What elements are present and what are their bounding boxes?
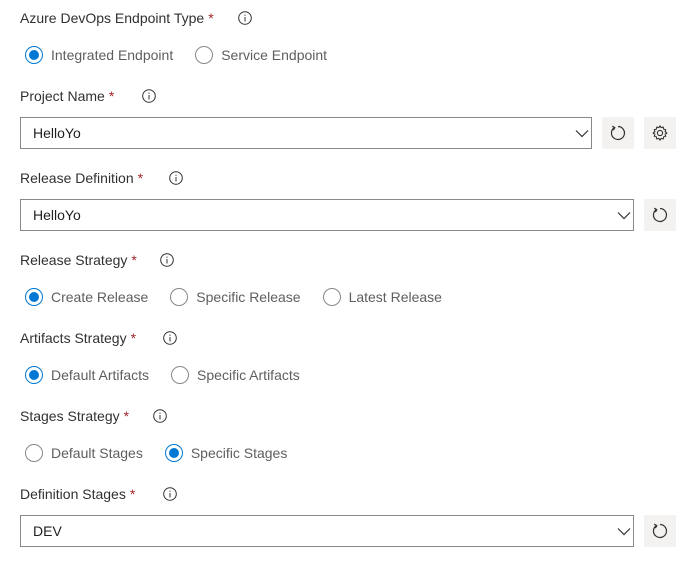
definition-stages-label: Definition Stages * [20, 485, 135, 503]
info-icon[interactable] [160, 253, 174, 267]
required-mark: * [131, 252, 137, 268]
release-strategy-radio-group: Create Release Specific Release Latest R… [25, 285, 464, 309]
radio-circle[interactable] [171, 366, 190, 384]
radio-label: Specific Artifacts [197, 367, 300, 383]
release-strategy-label-text: Release Strategy [20, 252, 128, 268]
gear-icon [652, 125, 668, 141]
radio-specific-artifacts[interactable]: Specific Artifacts [171, 366, 300, 384]
release-strategy-label: Release Strategy * [20, 251, 137, 269]
info-icon[interactable] [238, 11, 252, 25]
radio-label: Specific Release [196, 289, 301, 305]
required-mark: * [137, 170, 144, 186]
release-definition-dropdown[interactable]: HelloYo [20, 199, 634, 231]
radio-circle[interactable] [195, 46, 214, 64]
definition-stages-label-text: Definition Stages [20, 486, 126, 502]
project-name-label-text: Project Name [20, 88, 105, 104]
radio-circle-checked[interactable] [25, 366, 43, 384]
radio-create-release[interactable]: Create Release [25, 288, 148, 306]
required-mark: * [129, 486, 136, 502]
definition-stages-dropdown[interactable]: DEV [20, 515, 634, 547]
refresh-definition-stages-button[interactable] [644, 515, 676, 547]
radio-circle-checked[interactable] [25, 288, 43, 306]
radio-circle[interactable] [322, 288, 341, 306]
release-definition-label-text: Release Definition [20, 170, 134, 186]
refresh-icon [652, 207, 668, 223]
required-mark: * [130, 330, 137, 346]
chevron-down-icon[interactable] [617, 208, 631, 222]
stages-strategy-radio-group: Default Stages Specific Stages [25, 441, 309, 465]
project-name-value: HelloYo [33, 125, 81, 141]
info-icon[interactable] [163, 487, 177, 501]
required-mark: * [123, 408, 130, 424]
info-icon[interactable] [142, 89, 156, 103]
chevron-down-icon[interactable] [575, 126, 589, 140]
release-definition-label: Release Definition * [20, 169, 143, 187]
radio-specific-stages[interactable]: Specific Stages [164, 444, 288, 462]
endpoint-type-radio-group: Integrated Endpoint Service Endpoint [25, 43, 349, 67]
refresh-icon [652, 523, 668, 539]
endpoint-type-label: Azure DevOps Endpoint Type * [20, 9, 214, 27]
radio-label: Default Artifacts [51, 367, 150, 383]
radio-latest-release[interactable]: Latest Release [322, 288, 442, 306]
radio-default-stages[interactable]: Default Stages [25, 444, 143, 462]
radio-label: Specific Stages [190, 445, 288, 461]
radio-circle[interactable] [170, 288, 189, 306]
artifacts-strategy-label: Artifacts Strategy * [20, 329, 136, 347]
radio-circle[interactable] [25, 444, 43, 462]
info-icon[interactable] [163, 331, 177, 345]
endpoint-type-label-text: Azure DevOps Endpoint Type [20, 10, 205, 26]
artifacts-strategy-radio-group: Default Artifacts Specific Artifacts [25, 363, 322, 387]
radio-label: Latest Release [348, 289, 442, 305]
radio-specific-release[interactable]: Specific Release [170, 288, 301, 306]
project-name-dropdown[interactable]: HelloYo [20, 117, 592, 149]
definition-stages-value: DEV [33, 523, 62, 539]
chevron-down-icon[interactable] [617, 524, 631, 538]
radio-circle-checked[interactable] [164, 444, 183, 462]
artifacts-strategy-label-text: Artifacts Strategy [20, 330, 127, 346]
info-icon[interactable] [169, 171, 183, 185]
stages-strategy-label-text: Stages Strategy [20, 408, 120, 424]
refresh-icon [610, 125, 626, 141]
settings-button[interactable] [644, 117, 676, 149]
stages-strategy-label: Stages Strategy * [20, 407, 129, 425]
radio-circle-checked[interactable] [25, 46, 43, 64]
radio-service-endpoint[interactable]: Service Endpoint [195, 46, 327, 64]
project-name-label: Project Name * [20, 87, 114, 105]
radio-label: Create Release [51, 289, 149, 305]
radio-label: Integrated Endpoint [51, 47, 174, 63]
refresh-release-definition-button[interactable] [644, 199, 676, 231]
radio-label: Default Stages [51, 445, 143, 461]
radio-integrated-endpoint[interactable]: Integrated Endpoint [25, 46, 173, 64]
radio-default-artifacts[interactable]: Default Artifacts [25, 366, 149, 384]
refresh-project-button[interactable] [602, 117, 634, 149]
info-icon[interactable] [153, 409, 167, 423]
required-mark: * [208, 10, 214, 26]
radio-label: Service Endpoint [221, 47, 328, 63]
release-definition-value: HelloYo [33, 207, 81, 223]
required-mark: * [108, 88, 115, 104]
